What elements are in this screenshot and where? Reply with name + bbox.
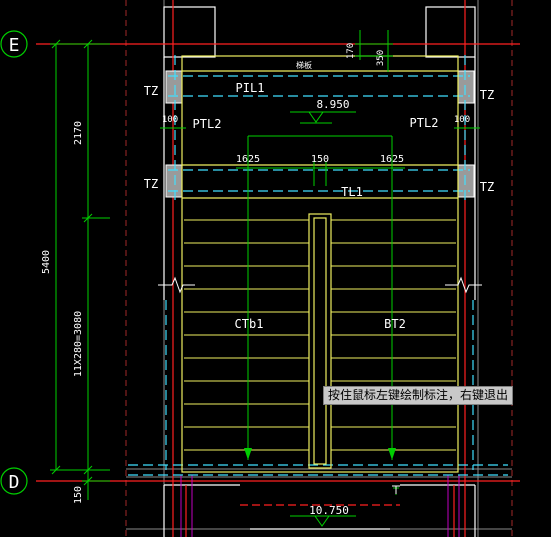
label-tz-bottom-left: TZ <box>144 177 158 191</box>
dim-top-a: 170 <box>346 43 356 59</box>
label-tz-bottom-right: TZ <box>480 180 494 194</box>
dim-upper: 2170 <box>73 121 84 145</box>
label-ptl2-left: PTL2 <box>193 117 222 131</box>
stair-treads-right <box>331 219 456 451</box>
axis-bubble-e: E <box>0 30 28 58</box>
label-pil1: PIL1 <box>236 81 265 95</box>
wall-edges <box>126 0 512 537</box>
guide-frame <box>125 0 513 537</box>
label-tl1: TL1 <box>341 185 363 199</box>
dim-left-100: 100 <box>162 115 178 125</box>
axis-bubble-d: D <box>0 467 28 495</box>
label-tz-top-right: TZ <box>480 88 494 102</box>
cad-drawing[interactable]: E D 5400 2170 11X280=3080 150 170 350 10… <box>0 0 551 537</box>
dim-flight-left: 1625 <box>236 154 260 165</box>
label-ctb1: CTb1 <box>235 317 264 331</box>
beam-lines <box>128 55 508 476</box>
dim-right-100: 100 <box>454 115 470 125</box>
label-ptl2-right: PTL2 <box>410 116 439 130</box>
label-tz-top-left: TZ <box>144 84 158 98</box>
axis-lines <box>36 0 520 537</box>
dim-stairs: 11X280=3080 <box>73 311 84 377</box>
elevation-upper: 8.950 <box>316 98 349 111</box>
dim-bottom: 150 <box>73 486 84 504</box>
label-top-beam: 梯板 <box>296 60 312 70</box>
label-bt2: BT2 <box>384 317 406 331</box>
elevation-lower: 10.750 <box>309 504 349 517</box>
dim-flight-right: 1625 <box>380 154 404 165</box>
dim-top-b: 350 <box>376 50 386 66</box>
tz-columns <box>165 70 475 198</box>
axis-label-d: D <box>9 472 20 493</box>
cursor-marker <box>392 485 400 494</box>
dim-gap: 150 <box>311 154 329 165</box>
dim-total: 5400 <box>41 250 52 274</box>
wall-outlines <box>163 6 476 537</box>
stair-well <box>308 213 332 469</box>
dimension-lines <box>50 30 480 500</box>
stair-treads-left <box>184 219 309 451</box>
break-symbols <box>158 276 482 294</box>
axis-label-e: E <box>9 35 20 56</box>
command-prompt-tooltip: 按住鼠标左键绘制标注，右键退出 <box>323 386 514 405</box>
